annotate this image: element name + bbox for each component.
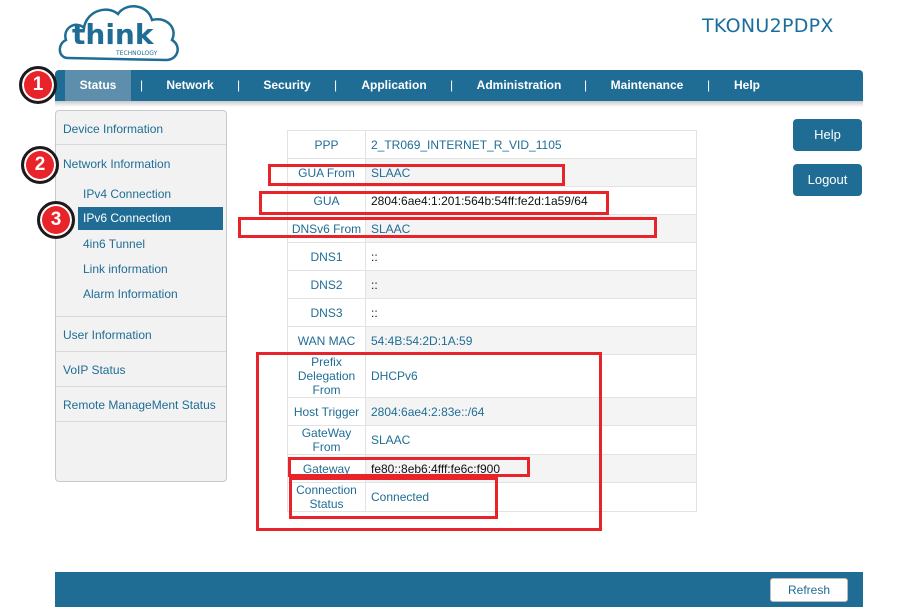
submenu-link-information[interactable]: Link information xyxy=(83,262,168,276)
device-name: TKONU2PDPX xyxy=(702,15,834,37)
nav-separator: | xyxy=(584,78,588,92)
row-label: Prefix Delegation From xyxy=(287,354,366,398)
nav-maintenance[interactable]: Maintenance xyxy=(599,70,695,101)
table-row: WAN MAC 54:4B:54:2D:1A:59 xyxy=(287,326,697,355)
nav-separator: | xyxy=(707,78,711,92)
row-value: 2804:6ae4:2:83e::/64 xyxy=(365,397,697,426)
think-logo: think TECHNOLOGY xyxy=(58,5,179,62)
table-row: DNS1 :: xyxy=(287,242,697,271)
nav-separator: | xyxy=(334,78,338,92)
menu-network-information[interactable]: Network Information xyxy=(63,157,170,171)
table-row: Prefix Delegation From DHCPv6 xyxy=(287,354,697,398)
row-label: Connection Status xyxy=(287,482,366,512)
logo-subtext: TECHNOLOGY xyxy=(115,50,158,57)
row-value: :: xyxy=(365,270,697,299)
nav-shadow xyxy=(55,101,863,107)
row-label: DNS3 xyxy=(287,298,366,327)
nav-separator: | xyxy=(237,78,241,92)
row-value: :: xyxy=(365,298,697,327)
menu-divider xyxy=(56,386,226,387)
table-row: DNSv6 From SLAAC xyxy=(287,214,697,243)
row-label: DNS1 xyxy=(287,242,366,271)
table-row: GUA 2804:6ae4:1:201:564b:54ff:fe2d:1a59/… xyxy=(287,186,697,215)
refresh-button[interactable]: Refresh xyxy=(770,578,848,602)
row-label: GateWay From xyxy=(287,425,366,455)
row-value: fe80::8eb6:4fff:fe6c:f900 xyxy=(365,454,697,483)
row-label: GUA From xyxy=(287,158,366,187)
row-value: DHCPv6 xyxy=(365,354,697,398)
row-label: Host Trigger xyxy=(287,397,366,426)
table-row: Gateway fe80::8eb6:4fff:fe6c:f900 xyxy=(287,454,697,483)
bottom-bar xyxy=(55,572,863,607)
menu-voip-status[interactable]: VoIP Status xyxy=(63,363,126,377)
nav-network[interactable]: Network xyxy=(155,70,225,101)
row-value: 54:4B:54:2D:1A:59 xyxy=(365,326,697,355)
help-button[interactable]: Help xyxy=(793,119,862,151)
table-row: PPP 2_TR069_INTERNET_R_VID_1105 xyxy=(287,130,697,159)
ipv6-info-table: PPP 2_TR069_INTERNET_R_VID_1105 GUA From… xyxy=(287,130,697,512)
row-value: SLAAC xyxy=(365,214,697,243)
annotation-badge-3: 3 xyxy=(37,201,75,239)
table-row: GateWay From SLAAC xyxy=(287,425,697,455)
nav-application[interactable]: Application xyxy=(349,70,439,101)
table-row: DNS3 :: xyxy=(287,298,697,327)
row-value: 2804:6ae4:1:201:564b:54ff:fe2d:1a59/64 xyxy=(365,186,697,215)
row-value: 2_TR069_INTERNET_R_VID_1105 xyxy=(365,130,697,159)
nav-administration[interactable]: Administration xyxy=(465,70,573,101)
annotation-badge-2: 2 xyxy=(21,146,59,184)
nav-separator: | xyxy=(140,78,144,92)
row-label: PPP xyxy=(287,130,366,159)
nav-security[interactable]: Security xyxy=(251,70,323,101)
logo-text: think xyxy=(72,18,155,51)
row-label: Gateway xyxy=(287,454,366,483)
menu-divider xyxy=(56,144,226,145)
submenu-ipv4-connection[interactable]: IPv4 Connection xyxy=(83,187,171,201)
nav-help[interactable]: Help xyxy=(723,70,771,101)
table-row: GUA From SLAAC xyxy=(287,158,697,187)
submenu-alarm-information[interactable]: Alarm Information xyxy=(83,287,178,301)
table-row: Connection Status Connected xyxy=(287,482,697,512)
nav-separator: | xyxy=(450,78,454,92)
menu-device-information[interactable]: Device Information xyxy=(63,122,163,136)
table-row: Host Trigger 2804:6ae4:2:83e::/64 xyxy=(287,397,697,426)
menu-divider xyxy=(56,351,226,352)
submenu-4in6-tunnel[interactable]: 4in6 Tunnel xyxy=(83,237,145,251)
row-label: WAN MAC xyxy=(287,326,366,355)
row-label: DNSv6 From xyxy=(287,214,366,243)
table-row: DNS2 :: xyxy=(287,270,697,299)
nav-status[interactable]: Status xyxy=(65,70,131,101)
menu-user-information[interactable]: User Information xyxy=(63,328,152,342)
menu-divider xyxy=(56,316,226,317)
submenu-ipv6-connection[interactable]: IPv6 Connection xyxy=(78,207,223,230)
left-menu: Device Information Network Information I… xyxy=(55,110,227,482)
row-value: Connected xyxy=(365,482,697,512)
logout-button[interactable]: Logout xyxy=(793,164,862,196)
menu-remote-management-status[interactable]: Remote ManageMent Status xyxy=(63,398,216,412)
row-value: :: xyxy=(365,242,697,271)
menu-divider xyxy=(56,421,226,422)
row-value: SLAAC xyxy=(365,158,697,187)
row-value: SLAAC xyxy=(365,425,697,455)
annotation-badge-1: 1 xyxy=(19,66,57,104)
row-label: GUA xyxy=(287,186,366,215)
top-nav: Status | Network | Security | Applicatio… xyxy=(55,70,863,101)
row-label: DNS2 xyxy=(287,270,366,299)
